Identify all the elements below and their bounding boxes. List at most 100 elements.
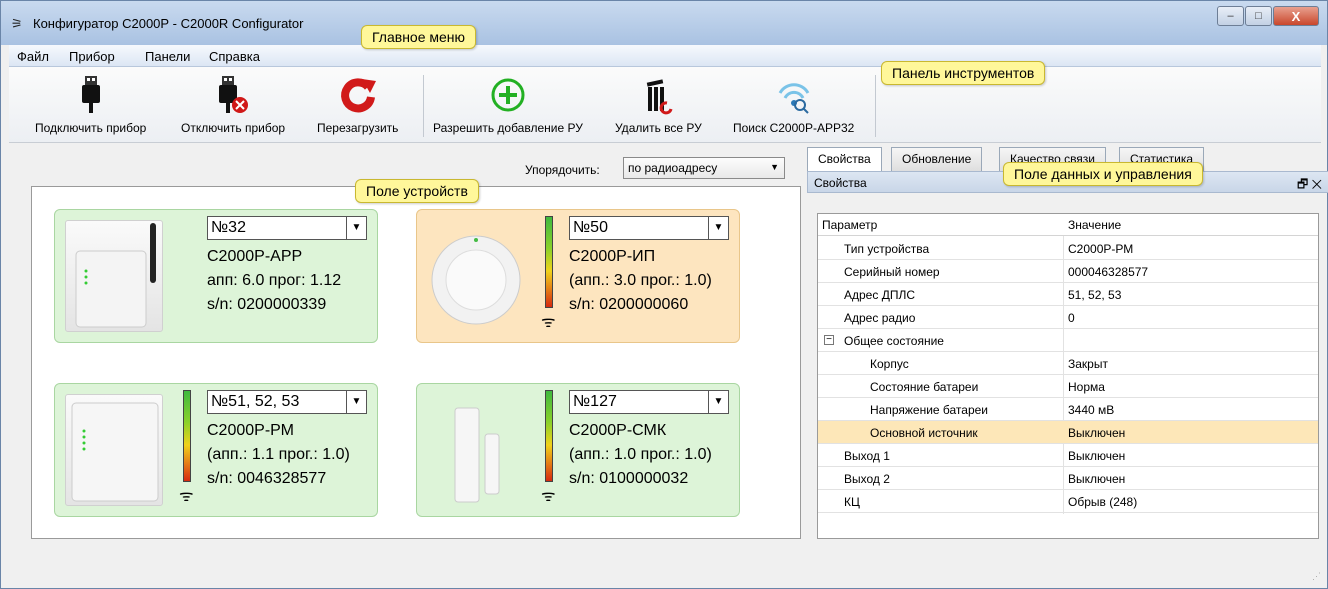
address-select[interactable]: №50 ▼: [569, 216, 729, 240]
add-circle-icon: [488, 73, 528, 117]
device-serial: s/n: 0046328577: [207, 470, 327, 487]
sort-value: по радиоадресу: [628, 161, 718, 175]
property-group-row[interactable]: − Общее состояние: [818, 329, 1318, 352]
properties-title: Свойства: [814, 176, 867, 190]
toolbar: Подключить прибор Отключить прибор Перез…: [9, 67, 1321, 143]
maximize-button[interactable]: □: [1245, 6, 1272, 26]
toolbar-separator: [423, 75, 424, 137]
restart-button[interactable]: Перезагрузить: [317, 73, 398, 139]
property-row[interactable]: Адрес радио 0: [818, 306, 1318, 329]
allow-add-button[interactable]: Разрешить добавление РУ: [433, 73, 583, 139]
header-value: Значение: [1068, 218, 1122, 232]
signal-level-bar: [545, 390, 553, 482]
wifi-icon: ᯤ: [541, 314, 556, 331]
device-card[interactable]: ᯤ №50 ▼ С2000Р-ИП (апп.: 3.0 прог.: 1.0)…: [416, 209, 740, 343]
callout-device-field: Поле устройств: [355, 179, 479, 203]
chevron-down-icon: ▼: [708, 391, 728, 413]
property-name: Выход 1: [844, 449, 890, 463]
property-value: 51, 52, 53: [1068, 288, 1122, 302]
title-bar: ⚞ Конфигуратор С2000Р - С2000R Configura…: [1, 1, 1327, 45]
property-name: Тип устройства: [844, 242, 930, 256]
property-row[interactable]: Выход 2 Выключен: [818, 467, 1318, 490]
property-name: Адрес ДПЛС: [844, 288, 915, 302]
device-name: С2000Р-ИП: [569, 248, 656, 265]
connect-label: Подключить прибор: [35, 121, 147, 135]
address-value: №32: [211, 219, 246, 236]
device-name: С2000Р-СМК: [569, 422, 667, 439]
callout-main-menu: Главное меню: [361, 25, 477, 49]
menu-panels[interactable]: Панели: [145, 49, 190, 64]
device-serial: s/n: 0200000060: [569, 296, 689, 313]
close-icon[interactable]: ✕: [1312, 177, 1322, 191]
property-name: Основной источник: [870, 426, 978, 440]
address-select[interactable]: №127 ▼: [569, 390, 729, 414]
property-row[interactable]: КЦ Обрыв (248): [818, 490, 1318, 513]
property-row[interactable]: Напряжение батареи 3440 мВ: [818, 398, 1318, 421]
wifi-icon: ᯤ: [541, 488, 556, 505]
property-row[interactable]: Состояние батареи Норма: [818, 375, 1318, 398]
property-row[interactable]: Корпус Закрыт: [818, 352, 1318, 375]
wifi-search-icon: [774, 73, 814, 117]
device-name: С2000Р-АРР: [207, 248, 303, 265]
float-icon[interactable]: 🗗: [1297, 177, 1308, 191]
device-card[interactable]: ᯤ №127 ▼ С2000Р-СМК (апп.: 1.0 прог.: 1.…: [416, 383, 740, 517]
grid-header: Параметр Значение: [818, 214, 1318, 236]
property-value: С2000Р-РМ: [1068, 242, 1134, 256]
close-button[interactable]: X: [1273, 6, 1319, 26]
device-serial: s/n: 0200000339: [207, 296, 327, 313]
connect-device-button[interactable]: Подключить прибор: [35, 73, 146, 139]
property-row[interactable]: Тип устройства С2000Р-РМ: [818, 237, 1318, 260]
search-app32-button[interactable]: Поиск С2000Р-АРР32: [733, 73, 854, 139]
property-value: Выключен: [1068, 426, 1126, 440]
address-value: №51, 52, 53: [211, 393, 300, 410]
chevron-down-icon: ▼: [770, 162, 779, 172]
resize-grip-icon[interactable]: ⋰: [1312, 571, 1321, 582]
minimize-button[interactable]: –: [1217, 6, 1244, 26]
window-controls: – □ X: [1216, 6, 1319, 26]
device-serial: s/n: 0100000032: [569, 470, 689, 487]
property-row[interactable]: Серийный номер 000046328577: [818, 260, 1318, 283]
menu-file[interactable]: Файл: [17, 49, 49, 64]
property-value: Норма: [1068, 380, 1105, 394]
property-grid: Параметр Значение Тип устройства С2000Р-Р…: [817, 213, 1319, 539]
toolbar-separator-2: [875, 75, 876, 137]
property-name: Корпус: [870, 357, 909, 371]
app-window: ⚞ Конфигуратор С2000Р - С2000R Configura…: [0, 0, 1328, 589]
usb-disconnect-icon: [213, 73, 253, 117]
restart-label: Перезагрузить: [317, 121, 399, 135]
plug-icon: ⚞: [11, 16, 23, 31]
address-value: №127: [573, 393, 617, 410]
collapse-icon[interactable]: −: [824, 335, 834, 345]
sort-select[interactable]: по радиоадресу ▼: [623, 157, 785, 179]
signal-level-bar: [545, 216, 553, 308]
property-name: Напряжение батареи: [870, 403, 989, 417]
address-select[interactable]: №32 ▼: [207, 216, 367, 240]
property-value: Выключен: [1068, 472, 1126, 486]
tab-update[interactable]: Обновление: [891, 147, 983, 171]
delete-all-button[interactable]: Удалить все РУ: [615, 73, 702, 139]
device-versions: (апп.: 1.1 прог.: 1.0): [207, 446, 350, 463]
tab-properties[interactable]: Свойства: [807, 147, 882, 172]
chevron-down-icon: ▼: [708, 217, 728, 239]
property-value: 000046328577: [1068, 265, 1149, 279]
callout-data-field: Поле данных и управления: [1003, 162, 1203, 186]
address-select[interactable]: №51, 52, 53 ▼: [207, 390, 367, 414]
menu-device[interactable]: Прибор: [69, 49, 115, 64]
property-row[interactable]: Адрес ДПЛС 51, 52, 53: [818, 283, 1318, 306]
property-row-selected[interactable]: Основной источник Выключен: [818, 421, 1318, 444]
disconnect-label: Отключить прибор: [181, 121, 286, 135]
menu-help[interactable]: Справка: [209, 49, 260, 64]
property-name: Состояние батареи: [870, 380, 979, 394]
panel-controls: 🗗 ✕: [1297, 175, 1322, 196]
device-versions: (апп.: 3.0 прог.: 1.0): [569, 272, 712, 289]
property-row[interactable]: Выход 1 Выключен: [818, 444, 1318, 467]
device-card[interactable]: ᯤ №51, 52, 53 ▼ С2000Р-РМ (апп.: 1.1 про…: [54, 383, 378, 517]
disconnect-device-button[interactable]: Отключить прибор: [181, 73, 285, 139]
search-label: Поиск С2000Р-АРР32: [733, 121, 855, 135]
property-value: 0: [1068, 311, 1075, 325]
property-name: КЦ: [844, 495, 860, 509]
device-card[interactable]: №32 ▼ С2000Р-АРР апп: 6.0 прог: 1.12 s/n…: [54, 209, 378, 343]
device-image-app: [65, 220, 163, 332]
callout-toolbar: Панель инструментов: [881, 61, 1046, 85]
usb-plug-icon: [71, 73, 111, 117]
